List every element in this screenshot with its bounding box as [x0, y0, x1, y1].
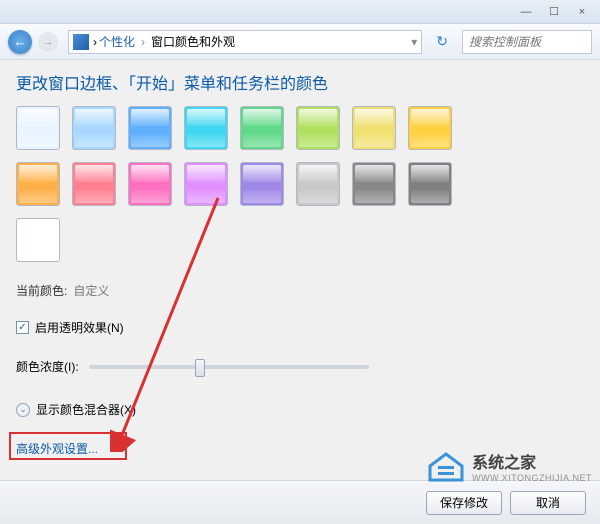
color-swatch[interactable]: [408, 106, 452, 150]
color-swatch[interactable]: [296, 106, 340, 150]
current-color-label: 当前颜色:: [16, 282, 67, 299]
color-swatch[interactable]: [72, 162, 116, 206]
intensity-slider[interactable]: [89, 365, 369, 369]
intensity-row: 颜色浓度(I):: [16, 358, 584, 375]
color-swatch[interactable]: [16, 162, 60, 206]
breadcrumb-current: 窗口颜色和外观: [151, 33, 235, 50]
nav-back-button[interactable]: ←: [8, 30, 32, 54]
color-swatch[interactable]: [296, 162, 340, 206]
color-swatch[interactable]: [128, 106, 172, 150]
minimize-button[interactable]: —: [512, 3, 540, 21]
intensity-label: 颜色浓度(I):: [16, 358, 79, 375]
current-color-value: 自定义: [73, 282, 109, 299]
breadcrumb[interactable]: › 个性化 › 窗口颜色和外观 ▾: [68, 30, 422, 54]
save-button[interactable]: 保存修改: [426, 491, 502, 515]
window-titlebar: — ☐ ×: [0, 0, 600, 24]
page-title: 更改窗口边框、「开始」菜单和任务栏的颜色: [16, 70, 584, 94]
breadcrumb-separator: ›: [93, 35, 97, 49]
maximize-button[interactable]: ☐: [540, 3, 568, 21]
footer-bar: 保存修改 取消: [0, 480, 600, 524]
color-swatch[interactable]: [352, 162, 396, 206]
advanced-appearance-link[interactable]: 高级外观设置...: [16, 440, 98, 457]
transparency-checkbox[interactable]: ✓: [16, 321, 29, 334]
color-swatch[interactable]: [352, 106, 396, 150]
nav-forward-button: →: [38, 32, 58, 52]
chevron-down-icon: ⌄: [16, 403, 30, 417]
color-swatch[interactable]: [128, 162, 172, 206]
current-color-row: 当前颜色: 自定义: [16, 282, 584, 299]
breadcrumb-separator: ›: [141, 35, 145, 49]
slider-thumb[interactable]: [195, 359, 205, 377]
color-swatch[interactable]: [184, 162, 228, 206]
dropdown-arrow-icon[interactable]: ▾: [411, 35, 417, 49]
color-swatch[interactable]: [240, 106, 284, 150]
color-swatch[interactable]: [72, 106, 116, 150]
cancel-button[interactable]: 取消: [510, 491, 586, 515]
color-swatch[interactable]: [184, 106, 228, 150]
close-button[interactable]: ×: [568, 3, 596, 21]
refresh-button[interactable]: ↻: [436, 33, 448, 50]
color-swatch[interactable]: [240, 162, 284, 206]
transparency-row: ✓ 启用透明效果(N): [16, 319, 584, 336]
transparency-label: 启用透明效果(N): [35, 319, 124, 336]
search-input[interactable]: [462, 30, 592, 54]
expander-label: 显示颜色混合器(X): [36, 401, 136, 418]
color-mixer-expander[interactable]: ⌄ 显示颜色混合器(X): [16, 401, 584, 418]
content-area: 更改窗口边框、「开始」菜单和任务栏的颜色 当前颜色: 自定义 ✓ 启用透明效果(…: [0, 60, 600, 480]
color-swatch-grid: [16, 106, 480, 262]
color-swatch[interactable]: [408, 162, 452, 206]
navigation-bar: ← → › 个性化 › 窗口颜色和外观 ▾ ↻: [0, 24, 600, 60]
color-swatch[interactable]: [16, 218, 60, 262]
breadcrumb-root[interactable]: 个性化: [99, 33, 135, 50]
control-panel-icon: [73, 34, 89, 50]
color-swatch[interactable]: [16, 106, 60, 150]
